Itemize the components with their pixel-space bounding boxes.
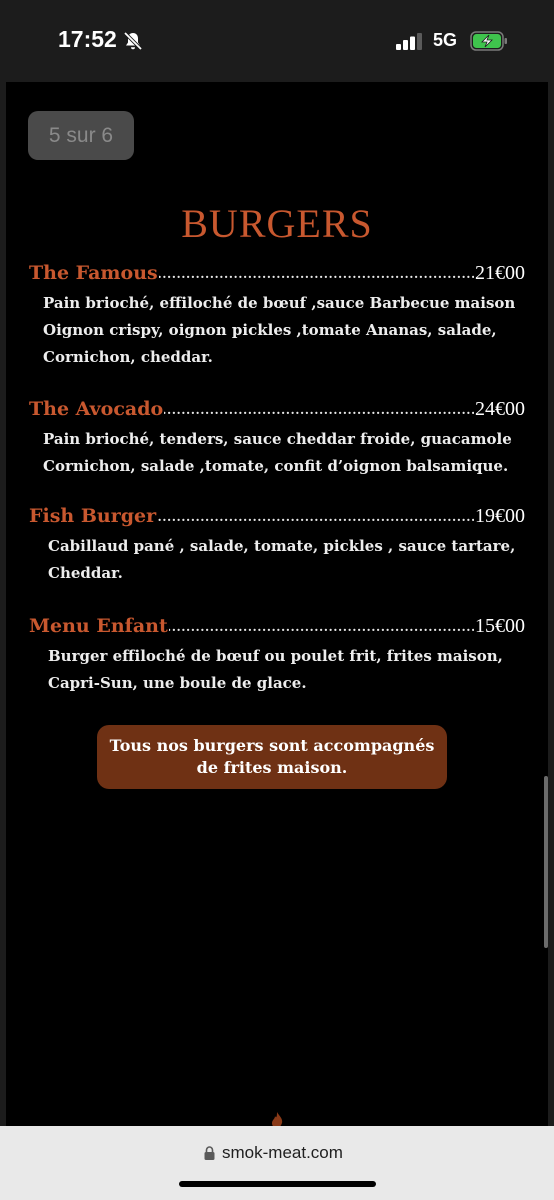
menu-item-price: 15€00 bbox=[474, 615, 525, 637]
menu-item-name: The Famous bbox=[29, 262, 159, 284]
menu-item-description: Pain brioché, tenders, sauce cheddar fro… bbox=[29, 426, 525, 480]
menu-item-price: 21€00 bbox=[474, 262, 525, 284]
description-line: Oignon crispy, oignon pickles ,tomate An… bbox=[43, 321, 497, 339]
menu-item-row: Menu Enfant ............................… bbox=[29, 615, 525, 637]
address-bar[interactable]: smok-meat.com bbox=[0, 1126, 554, 1200]
description-line: Cornichon, cheddar. bbox=[43, 348, 213, 366]
home-indicator[interactable] bbox=[179, 1181, 376, 1187]
menu-item: Menu Enfant ............................… bbox=[29, 615, 525, 697]
menu-item-row: Fish Burger ............................… bbox=[29, 505, 525, 527]
scrollbar-thumb[interactable] bbox=[544, 776, 548, 948]
menu-item-name: Fish Burger bbox=[29, 505, 158, 527]
flame-icon bbox=[272, 1112, 283, 1126]
description-line: Pain brioché, effiloché de bœuf ,sauce B… bbox=[43, 294, 516, 312]
lock-icon bbox=[204, 1146, 215, 1160]
menu-item-name: Menu Enfant bbox=[29, 615, 169, 637]
menu-item-row: The Avocado ............................… bbox=[29, 398, 525, 420]
menu-item: Fish Burger ............................… bbox=[29, 505, 525, 587]
menu-item-description: Pain brioché, effiloché de bœuf ,sauce B… bbox=[29, 290, 525, 371]
menu-item-description: Burger effiloché de bœuf ou poulet frit,… bbox=[29, 643, 525, 697]
fries-note-banner: Tous nos burgers sont accompagnés de fri… bbox=[97, 725, 447, 789]
menu-item-price: 24€00 bbox=[474, 398, 525, 420]
page-counter-button[interactable]: 5 sur 6 bbox=[28, 111, 134, 160]
signal-bars-icon bbox=[396, 33, 422, 50]
status-bar: 17:52 5G bbox=[0, 0, 554, 82]
description-line: Burger effiloché de bœuf ou poulet frit,… bbox=[48, 647, 503, 665]
description-line: Cheddar. bbox=[48, 564, 123, 582]
description-line: Pain brioché, tenders, sauce cheddar fro… bbox=[43, 430, 512, 448]
description-line: Cabillaud pané , salade, tomate, pickles… bbox=[48, 537, 516, 555]
bell-slash-icon bbox=[123, 31, 143, 51]
network-label: 5G bbox=[433, 30, 458, 50]
status-time: 17:52 bbox=[58, 26, 117, 52]
menu-item-row: The Famous .............................… bbox=[29, 262, 525, 284]
description-line: Capri-Sun, une boule de glace. bbox=[48, 674, 307, 692]
menu-item-name: The Avocado bbox=[29, 398, 165, 420]
menu-item: The Famous .............................… bbox=[29, 262, 525, 371]
url-text[interactable]: smok-meat.com bbox=[222, 1143, 343, 1163]
battery-charging-icon bbox=[470, 31, 507, 51]
menu-item-description: Cabillaud pané , salade, tomate, pickles… bbox=[29, 533, 525, 587]
web-page: 5 sur 6 BURGERS The Famous .............… bbox=[6, 82, 548, 1126]
section-title: BURGERS bbox=[181, 201, 373, 246]
menu-item: The Avocado ............................… bbox=[29, 398, 525, 480]
menu-item-price: 19€00 bbox=[474, 505, 525, 527]
description-line: Cornichon, salade ,tomate, confit d’oign… bbox=[43, 457, 509, 475]
